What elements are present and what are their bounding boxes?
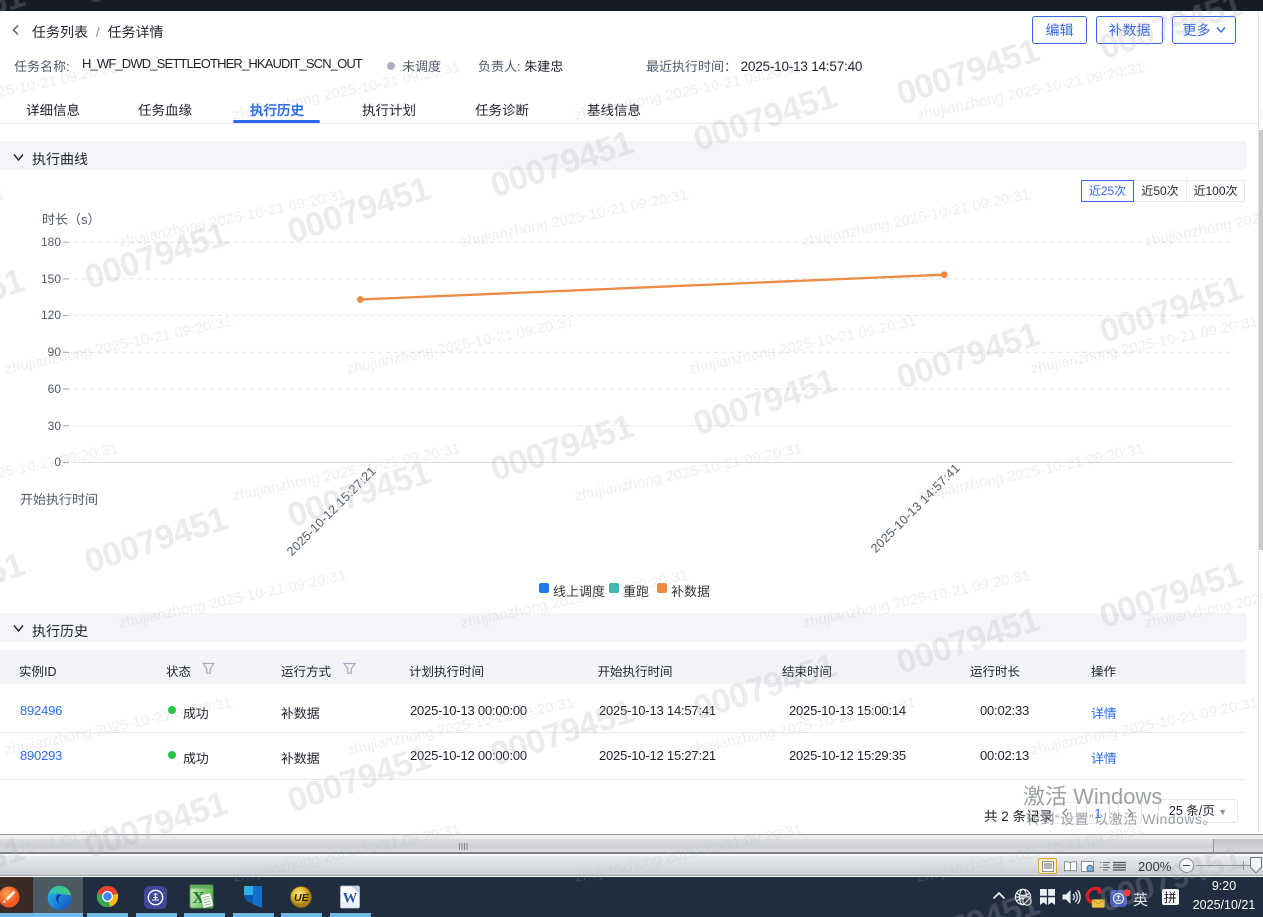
svg-text:UE: UE: [294, 892, 310, 904]
svg-text:W: W: [343, 890, 358, 906]
